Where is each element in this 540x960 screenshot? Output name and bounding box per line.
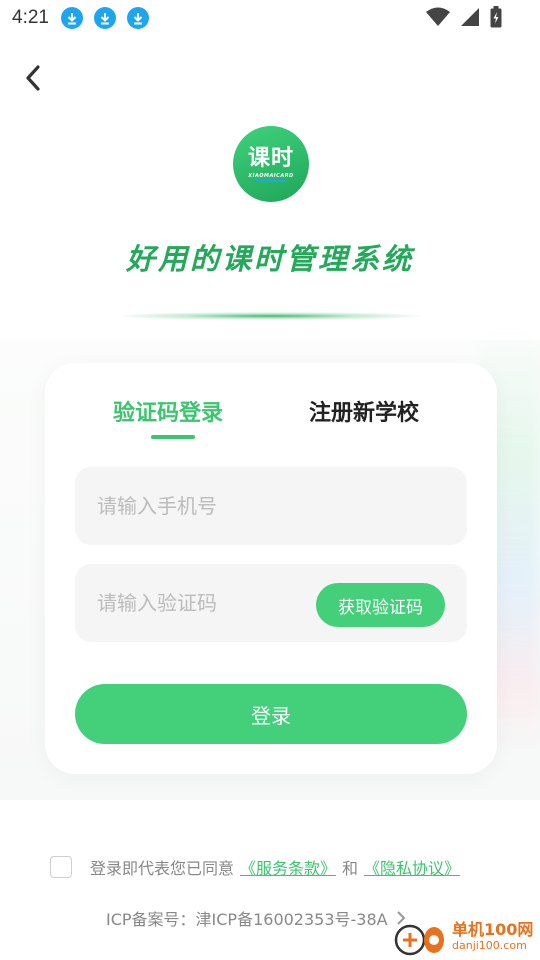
download-icon [126,7,149,29]
wifi-icon [426,7,450,26]
logo-sub-text: XIAOMAICARD [248,172,294,179]
logo-main-text: 课时 [247,145,294,171]
slogan-glow-divider [120,312,420,320]
agree-checkbox[interactable] [50,856,72,878]
active-tab-indicator [151,435,195,439]
download-icon [93,7,116,29]
code-input[interactable] [97,591,317,615]
agreement-row: 登录即代表您已同意 《服务条款》 和 《隐私协议》 [50,855,466,879]
terms-link[interactable]: 《服务条款》 [240,855,336,879]
download-icon [60,7,83,29]
icp-text: ICP备案号：津ICP备16002353号-38A [106,910,388,929]
phone-input[interactable] [97,494,317,518]
privacy-link[interactable]: 《隐私协议》 [364,855,460,879]
back-button[interactable] [18,60,48,96]
get-code-button[interactable]: 获取验证码 [316,583,445,627]
watermark-url: danji100.com [452,939,527,952]
chevron-left-icon [26,65,40,91]
phone-field [75,467,467,545]
status-right-icons [426,6,502,28]
agreement-prefix: 登录即代表您已同意 [90,859,235,878]
tab-register-school[interactable]: 注册新学校 [309,395,419,427]
battery-icon [490,6,502,28]
agreement-conjunction: 和 [342,859,359,878]
slogan: 好用的课时管理系统 [125,242,414,276]
status-bar: 4:21 [0,0,540,36]
watermark: 单机100网 danji100.com [394,918,533,958]
tab-sms-login[interactable]: 验证码登录 [113,395,223,427]
watermark-logo-icon [394,918,448,958]
status-time: 4:21 [12,7,49,28]
login-button[interactable]: 登录 [75,684,467,744]
icp-row[interactable]: ICP备案号：津ICP备16002353号-38A [106,906,406,930]
login-card: 验证码登录 注册新学校 获取验证码 登录 [45,363,497,774]
code-field: 获取验证码 [75,564,467,642]
logo-underline [256,179,286,182]
app-logo: 课时 XIAOMAICARD [233,126,309,202]
watermark-brand: 单机100网 [452,920,534,939]
signal-icon [461,8,479,26]
